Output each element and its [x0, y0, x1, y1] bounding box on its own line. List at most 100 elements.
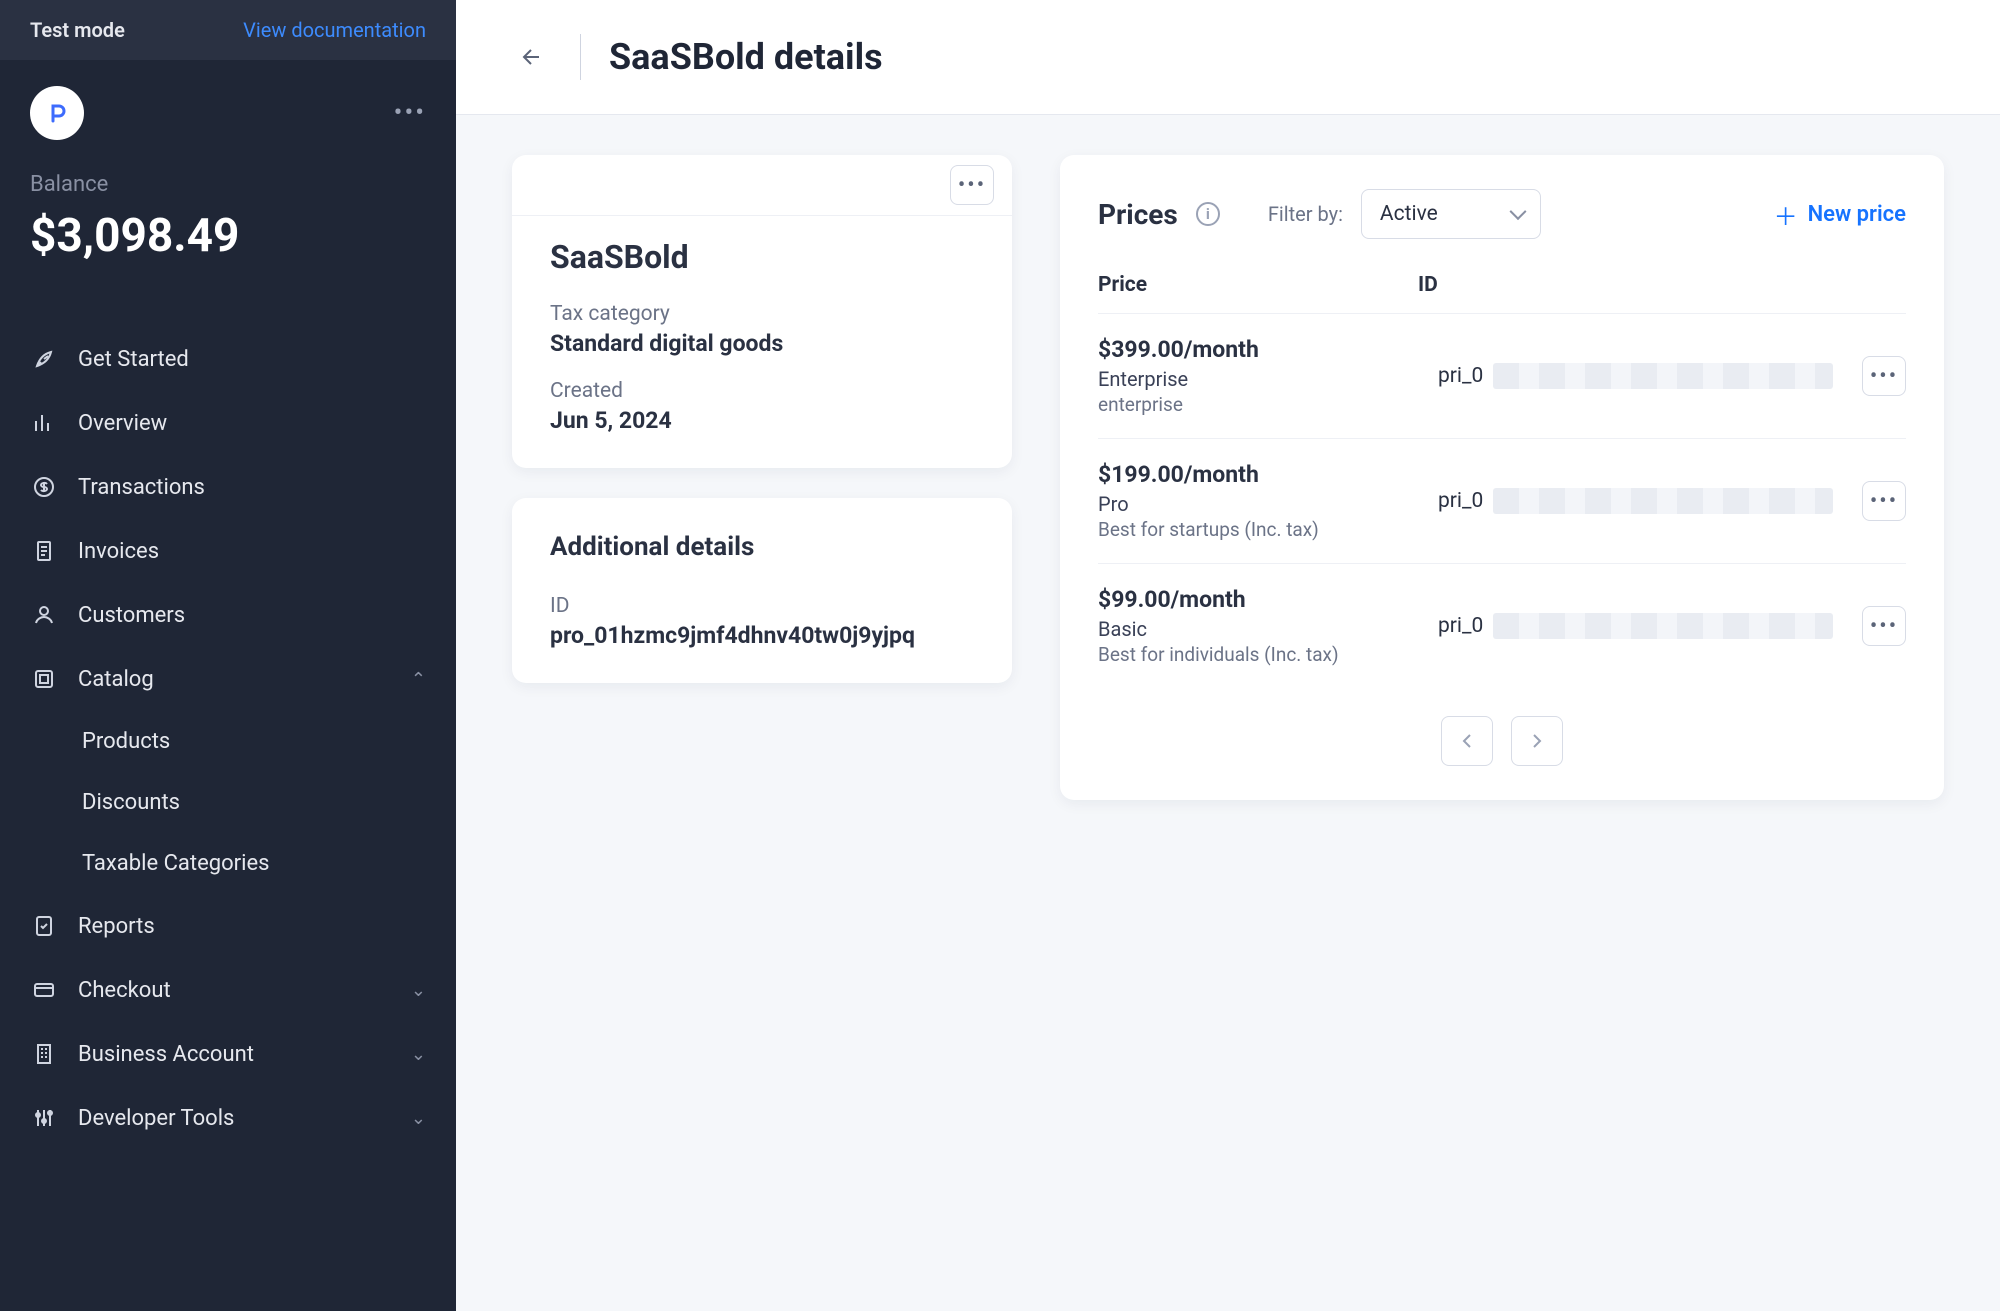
additional-details-title: Additional details	[550, 532, 974, 562]
chevron-left-icon	[1455, 729, 1479, 753]
price-row[interactable]: $399.00/month Enterprise enterprise pri_…	[1098, 314, 1906, 439]
bar-chart-icon	[30, 409, 58, 437]
back-button[interactable]	[512, 37, 552, 77]
rocket-icon	[30, 345, 58, 373]
product-name: SaaSBold	[550, 238, 974, 276]
info-icon[interactable]: i	[1196, 202, 1220, 226]
nav-label: Catalog	[78, 667, 391, 692]
main: SaaSBold details ••• SaaSBold Tax catego…	[456, 0, 2000, 1311]
sidebar-item-reports[interactable]: Reports	[0, 894, 456, 958]
sidebar: Test mode View documentation ••• Balance…	[0, 0, 456, 1311]
nav-label: Checkout	[78, 978, 391, 1003]
brand-more-button[interactable]: •••	[394, 98, 426, 128]
chevron-up-icon: ⌃	[411, 669, 426, 690]
sidebar-item-overview[interactable]: Overview	[0, 391, 456, 455]
pager-next-button[interactable]	[1511, 716, 1563, 766]
user-icon	[30, 601, 58, 629]
view-documentation-link[interactable]: View documentation	[243, 18, 426, 42]
price-row[interactable]: $99.00/month Basic Best for individuals …	[1098, 564, 1906, 688]
right-column: Prices i Filter by: Active ＋ New price P…	[1060, 155, 1944, 800]
sidebar-item-transactions[interactable]: Transactions	[0, 455, 456, 519]
price-id-prefix: pri_0	[1438, 364, 1483, 388]
sidebar-item-discounts[interactable]: Discounts	[0, 772, 456, 833]
sidebar-item-customers[interactable]: Customers	[0, 583, 456, 647]
price-row[interactable]: $199.00/month Pro Best for startups (Inc…	[1098, 439, 1906, 564]
price-table: Price ID $399.00/month Enterprise enterp…	[1098, 273, 1906, 766]
price-name: Pro	[1098, 492, 1418, 516]
nav-label: Taxable Categories	[82, 851, 269, 876]
chevron-right-icon	[1525, 729, 1549, 753]
filter-select[interactable]: Active	[1361, 189, 1541, 239]
brand-logo[interactable]	[30, 86, 84, 140]
filter-select-value: Active	[1380, 202, 1438, 226]
nav-label: Developer Tools	[78, 1106, 391, 1131]
product-card-more-button[interactable]: •••	[950, 165, 994, 205]
price-description: Best for startups (Inc. tax)	[1098, 518, 1418, 541]
product-card: ••• SaaSBold Tax category Standard digit…	[512, 155, 1012, 468]
nav-label: Reports	[78, 914, 426, 939]
sidebar-item-checkout[interactable]: Checkout ⌄	[0, 958, 456, 1022]
created-label: Created	[550, 379, 974, 403]
nav-label: Products	[82, 729, 170, 754]
col-id-header: ID	[1418, 273, 1906, 297]
chevron-down-icon: ⌄	[411, 980, 426, 1001]
new-price-button[interactable]: ＋ New price	[1774, 197, 1906, 232]
product-id-value: pro_01hzmc9jmf4dhnv40tw0j9yjpq	[550, 622, 974, 649]
nav-label: Transactions	[78, 475, 426, 500]
left-column: ••• SaaSBold Tax category Standard digit…	[512, 155, 1012, 683]
sidebar-topbar: Test mode View documentation	[0, 0, 456, 60]
content: ••• SaaSBold Tax category Standard digit…	[456, 115, 2000, 840]
price-id-redacted	[1493, 613, 1833, 639]
sidebar-item-products[interactable]: Products	[0, 711, 456, 772]
sidebar-item-invoices[interactable]: Invoices	[0, 519, 456, 583]
sidebar-item-developer-tools[interactable]: Developer Tools ⌄	[0, 1086, 456, 1150]
nav-label: Get Started	[78, 347, 426, 372]
new-price-label: New price	[1808, 202, 1906, 227]
chevron-down-icon: ⌄	[411, 1108, 426, 1129]
report-icon	[30, 912, 58, 940]
nav-label: Overview	[78, 411, 426, 436]
document-icon	[30, 537, 58, 565]
nav-label: Discounts	[82, 790, 180, 815]
sidebar-item-taxable-categories[interactable]: Taxable Categories	[0, 833, 456, 894]
prices-card: Prices i Filter by: Active ＋ New price P…	[1060, 155, 1944, 800]
nav-label: Invoices	[78, 539, 426, 564]
price-description: enterprise	[1098, 393, 1418, 416]
price-table-header: Price ID	[1098, 273, 1906, 314]
page-header: SaaSBold details	[456, 0, 2000, 115]
tax-category-label: Tax category	[550, 302, 974, 326]
sidebar-item-business-account[interactable]: Business Account ⌄	[0, 1022, 456, 1086]
sidebar-item-catalog[interactable]: Catalog ⌃	[0, 647, 456, 711]
price-description: Best for individuals (Inc. tax)	[1098, 643, 1418, 666]
building-icon	[30, 1040, 58, 1068]
price-amount: $99.00/month	[1098, 586, 1418, 613]
price-row-more-button[interactable]: •••	[1862, 606, 1906, 646]
additional-details-card: Additional details ID pro_01hzmc9jmf4dhn…	[512, 498, 1012, 683]
nav-label: Customers	[78, 603, 426, 628]
dollar-circle-icon	[30, 473, 58, 501]
tax-category-value: Standard digital goods	[550, 330, 974, 357]
prices-title: Prices	[1098, 198, 1178, 231]
arrow-left-icon	[520, 45, 544, 69]
price-amount: $199.00/month	[1098, 461, 1418, 488]
plus-icon: ＋	[1774, 197, 1798, 232]
sidebar-item-get-started[interactable]: Get Started	[0, 327, 456, 391]
balance-value: $3,098.49	[30, 209, 426, 263]
price-name: Enterprise	[1098, 367, 1418, 391]
box-icon	[30, 665, 58, 693]
price-id-prefix: pri_0	[1438, 489, 1483, 513]
paddle-logo-icon	[45, 101, 69, 125]
price-id-redacted	[1493, 363, 1833, 389]
header-divider	[580, 34, 581, 80]
price-name: Basic	[1098, 617, 1418, 641]
pager	[1098, 688, 1906, 766]
price-row-more-button[interactable]: •••	[1862, 481, 1906, 521]
price-id-redacted	[1493, 488, 1833, 514]
filter-label: Filter by:	[1268, 202, 1343, 226]
price-row-more-button[interactable]: •••	[1862, 356, 1906, 396]
pager-prev-button[interactable]	[1441, 716, 1493, 766]
credit-card-icon	[30, 976, 58, 1004]
col-price-header: Price	[1098, 273, 1418, 297]
product-id-label: ID	[550, 594, 974, 618]
nav-label: Business Account	[78, 1042, 391, 1067]
